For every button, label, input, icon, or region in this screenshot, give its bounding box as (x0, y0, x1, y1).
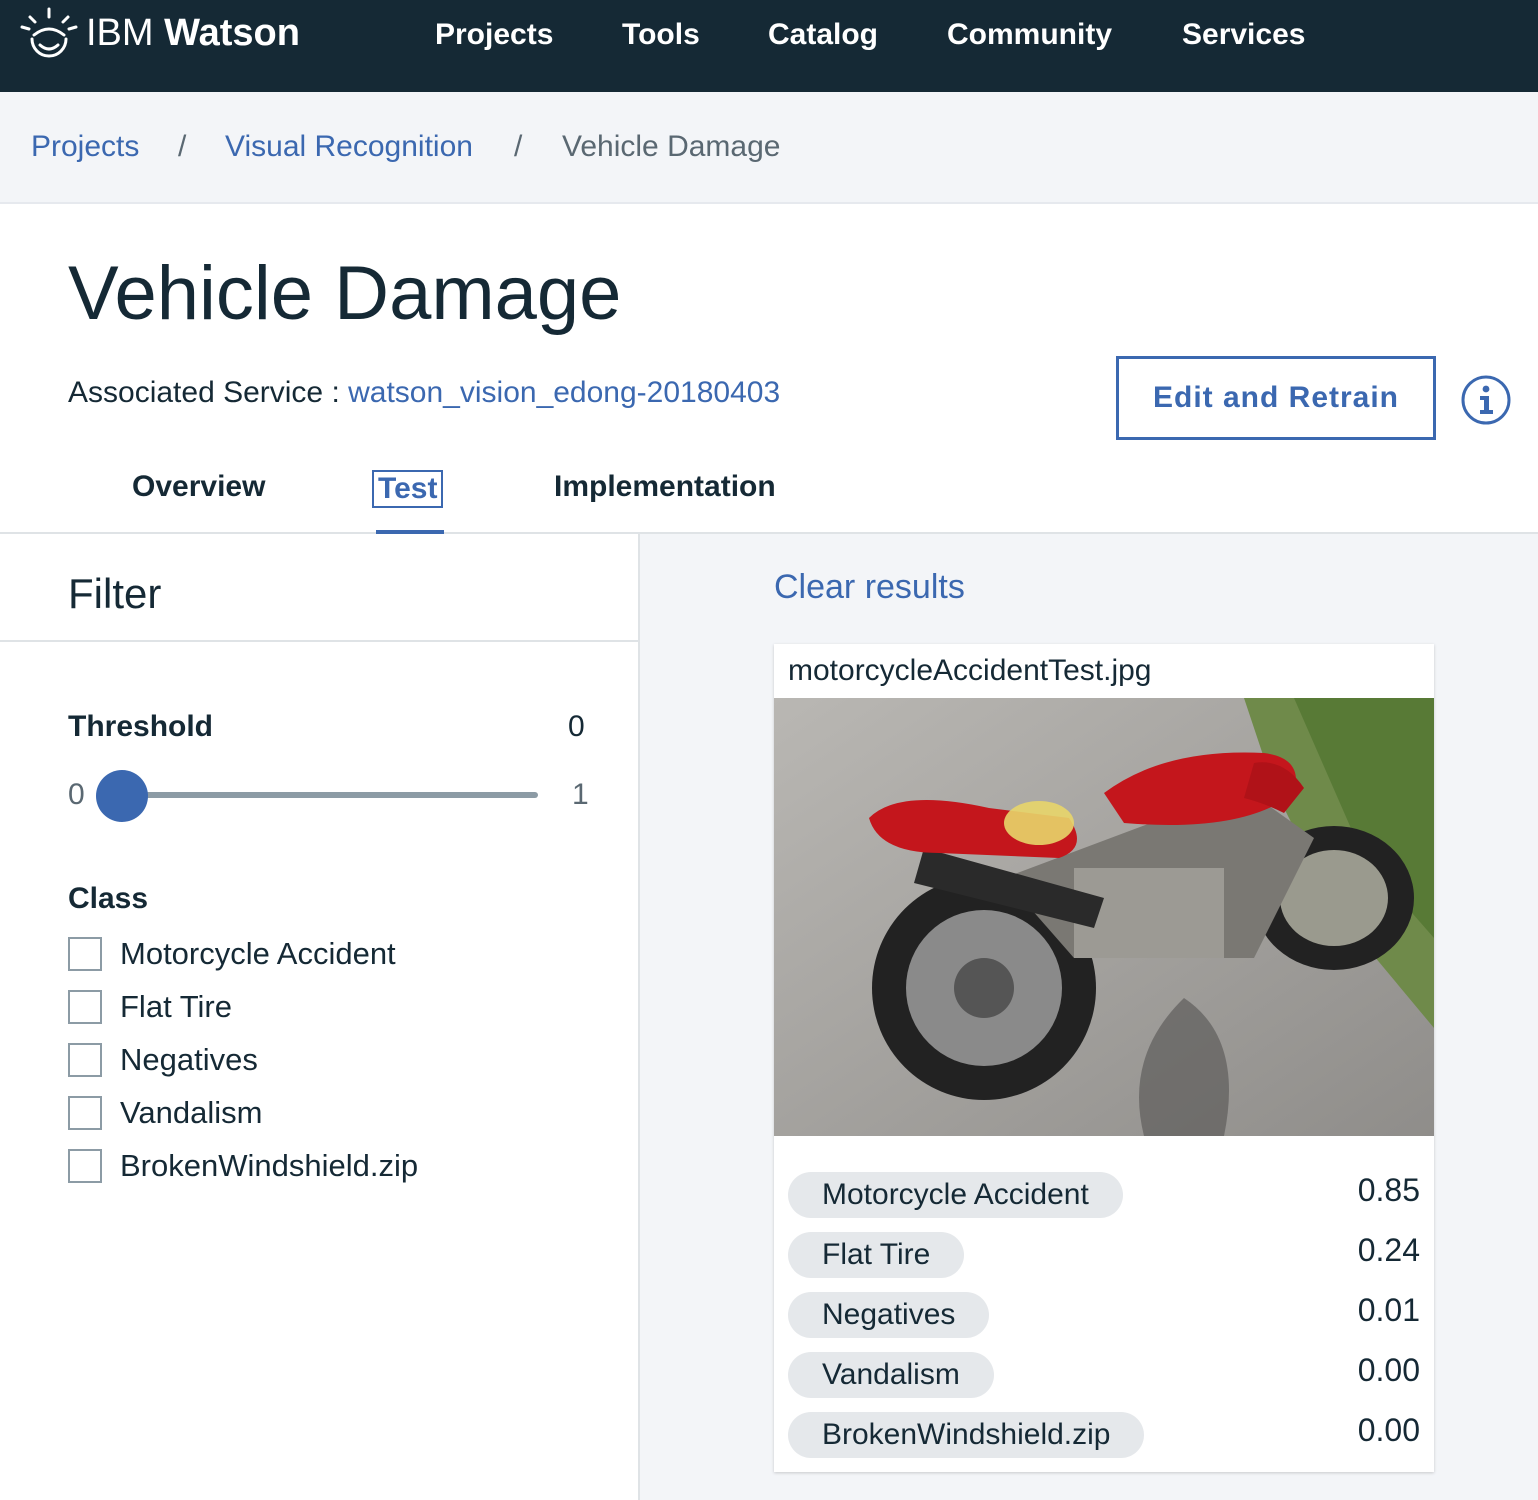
class-filter-vandalism[interactable]: Vandalism (68, 1093, 262, 1133)
class-score: 0.01 (1357, 1292, 1420, 1328)
top-nav: IBM Watson Projects Tools Catalog Commun… (0, 0, 1538, 92)
checkbox[interactable] (68, 1043, 102, 1077)
class-filter-negatives[interactable]: Negatives (68, 1040, 258, 1080)
class-score: 0.24 (1357, 1232, 1420, 1268)
nav-services[interactable]: Services (1182, 18, 1305, 52)
page-title: Vehicle Damage (68, 251, 622, 336)
checkbox[interactable] (68, 1149, 102, 1183)
filter-title: Filter (68, 570, 162, 617)
result-row-vandalism: Vandalism 0.00 (788, 1352, 1420, 1398)
nav-community[interactable]: Community (947, 18, 1112, 52)
results-panel: Clear results motorcycleAccidentTest.jpg (640, 534, 1538, 1500)
checkbox[interactable] (68, 937, 102, 971)
checkbox-label: Vandalism (120, 1095, 263, 1130)
class-filter-flat-tire[interactable]: Flat Tire (68, 987, 232, 1027)
tab-implementation[interactable]: Implementation (554, 470, 776, 504)
result-card: motorcycleAccidentTest.jpg Motorcycle Ac… (774, 644, 1434, 1472)
checkbox[interactable] (68, 1096, 102, 1130)
class-score: 0.00 (1357, 1412, 1420, 1448)
slider-max-label: 1 (572, 778, 589, 811)
class-score: 0.85 (1357, 1172, 1420, 1208)
breadcrumb-visual-recognition[interactable]: Visual Recognition (225, 130, 473, 164)
threshold-slider-track[interactable] (120, 792, 538, 798)
class-tag: Vandalism (788, 1352, 994, 1398)
brand-product: Watson (164, 12, 300, 54)
result-row-flat-tire: Flat Tire 0.24 (788, 1232, 1420, 1278)
slider-min-label: 0 (68, 778, 85, 811)
result-row-negatives: Negatives 0.01 (788, 1292, 1420, 1338)
filter-panel: Filter Threshold 0 0 1 Class Motorcycle … (0, 534, 640, 1500)
checkbox-label: Motorcycle Accident (120, 936, 396, 971)
threshold-slider-thumb[interactable] (96, 770, 148, 822)
motorcycle-photo (774, 698, 1434, 1136)
checkbox-label: Flat Tire (120, 989, 232, 1024)
edit-and-retrain-button[interactable]: Edit and Retrain (1116, 356, 1436, 440)
tab-overview[interactable]: Overview (132, 470, 265, 504)
breadcrumb-separator: / (178, 130, 187, 163)
tab-test[interactable]: Test (371, 470, 444, 508)
class-filter-motorcycle-accident[interactable]: Motorcycle Accident (68, 934, 396, 974)
nav-tools[interactable]: Tools (622, 18, 700, 52)
breadcrumb-current: Vehicle Damage (562, 130, 781, 163)
brand[interactable] (18, 6, 80, 66)
brand-name[interactable]: IBM Watson (86, 12, 300, 55)
watson-logo-icon (20, 7, 78, 58)
nav-projects[interactable]: Projects (435, 18, 553, 52)
clear-results-link[interactable]: Clear results (774, 568, 965, 607)
breadcrumb: Projects / Visual Recognition / Vehicle … (0, 92, 1538, 204)
class-tag: Flat Tire (788, 1232, 965, 1278)
associated-service-link[interactable]: watson_vision_edong-20180403 (348, 376, 780, 409)
threshold-label: Threshold (68, 710, 214, 743)
associated-service-label: Associated Service : (68, 376, 349, 409)
brand-prefix: IBM (86, 12, 154, 54)
info-icon[interactable] (1460, 374, 1512, 426)
class-score: 0.00 (1357, 1352, 1420, 1388)
breadcrumb-separator: / (514, 130, 523, 163)
checkbox-label: Negatives (120, 1042, 258, 1077)
test-image[interactable] (774, 698, 1434, 1136)
class-label: Class (68, 882, 149, 915)
threshold-value: 0 (568, 710, 585, 743)
breadcrumb-projects[interactable]: Projects (31, 130, 139, 164)
class-tag: Motorcycle Accident (788, 1172, 1123, 1218)
result-row-motorcycle-accident: Motorcycle Accident 0.85 (788, 1172, 1420, 1218)
class-tag: BrokenWindshield.zip (788, 1412, 1145, 1458)
associated-service: Associated Service : watson_vision_edong… (68, 376, 780, 410)
nav-catalog[interactable]: Catalog (768, 18, 878, 52)
result-filename: motorcycleAccidentTest.jpg (788, 654, 1152, 687)
result-row-brokenwindshield: BrokenWindshield.zip 0.00 (788, 1412, 1420, 1458)
class-filter-brokenwindshield[interactable]: BrokenWindshield.zip (68, 1146, 418, 1186)
checkbox[interactable] (68, 990, 102, 1024)
divider (0, 640, 638, 642)
class-tag: Negatives (788, 1292, 990, 1338)
checkbox-label: BrokenWindshield.zip (120, 1148, 419, 1183)
